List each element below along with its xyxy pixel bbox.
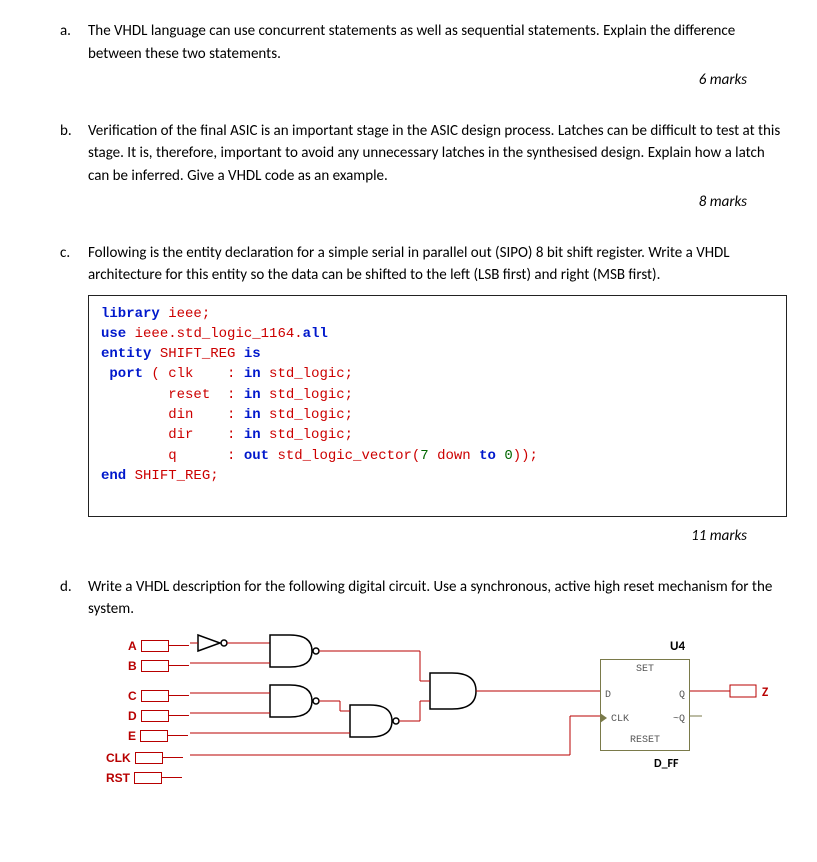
kw-entity: entity bbox=[101, 346, 151, 362]
kw-is: is bbox=[244, 346, 261, 362]
kw-port: port bbox=[101, 366, 143, 382]
ff-d-label: D bbox=[605, 688, 611, 703]
kw-in: in bbox=[244, 366, 261, 382]
ff-reset-label: RESET bbox=[601, 733, 689, 748]
nand-gate-icon bbox=[270, 635, 319, 667]
question-a-marks: 6 marks bbox=[60, 69, 787, 92]
dff-label: D_FF bbox=[654, 755, 679, 773]
circuit-diagram: A B C D E CLK RST bbox=[130, 631, 770, 791]
question-d-text: Write a VHDL description for the followi… bbox=[88, 576, 787, 621]
u4-label: U4 bbox=[670, 637, 685, 657]
d-flip-flop: SET D Q CLK ~Q RESET bbox=[600, 659, 690, 751]
kw-library: library bbox=[101, 306, 160, 322]
kw-to: to bbox=[479, 448, 496, 464]
ff-set-label: SET bbox=[601, 662, 689, 677]
question-c-text: Following is the entity declaration for … bbox=[88, 242, 787, 287]
question-b-marks: 8 marks bbox=[60, 191, 787, 214]
ff-q-label: Q bbox=[679, 688, 685, 703]
question-c-marks: 11 marks bbox=[60, 525, 787, 548]
nand-gate-icon bbox=[350, 705, 399, 737]
and-gate-icon bbox=[430, 673, 476, 709]
kw-end: end bbox=[101, 468, 126, 484]
question-b-label: b. bbox=[60, 120, 88, 143]
question-b: b. Verification of the final ASIC is an … bbox=[60, 120, 787, 214]
question-a-label: a. bbox=[60, 20, 88, 43]
not-gate-icon bbox=[198, 635, 227, 651]
clock-triangle-icon bbox=[600, 713, 607, 723]
vhdl-code-box: library ieee; use ieee.std_logic_1164.al… bbox=[88, 295, 787, 518]
ff-clk-label: CLK bbox=[611, 712, 629, 727]
question-b-text: Verification of the final ASIC is an imp… bbox=[88, 120, 787, 188]
question-a-text: The VHDL language can use concurrent sta… bbox=[88, 20, 787, 65]
kw-use: use bbox=[101, 326, 126, 342]
ff-nq-label: ~Q bbox=[673, 712, 685, 727]
kw-in: in bbox=[244, 407, 261, 423]
question-d-label: d. bbox=[60, 576, 88, 599]
kw-in: in bbox=[244, 427, 261, 443]
nand-gate-icon bbox=[270, 685, 319, 717]
z-label: Z bbox=[762, 683, 768, 703]
kw-all: all bbox=[303, 326, 328, 342]
question-c-label: c. bbox=[60, 242, 88, 265]
kw-out: out bbox=[244, 448, 269, 464]
question-d: d. Write a VHDL description for the foll… bbox=[60, 576, 787, 791]
question-a: a. The VHDL language can use concurrent … bbox=[60, 20, 787, 92]
kw-in: in bbox=[244, 387, 261, 403]
question-c: c. Following is the entity declaration f… bbox=[60, 242, 787, 548]
